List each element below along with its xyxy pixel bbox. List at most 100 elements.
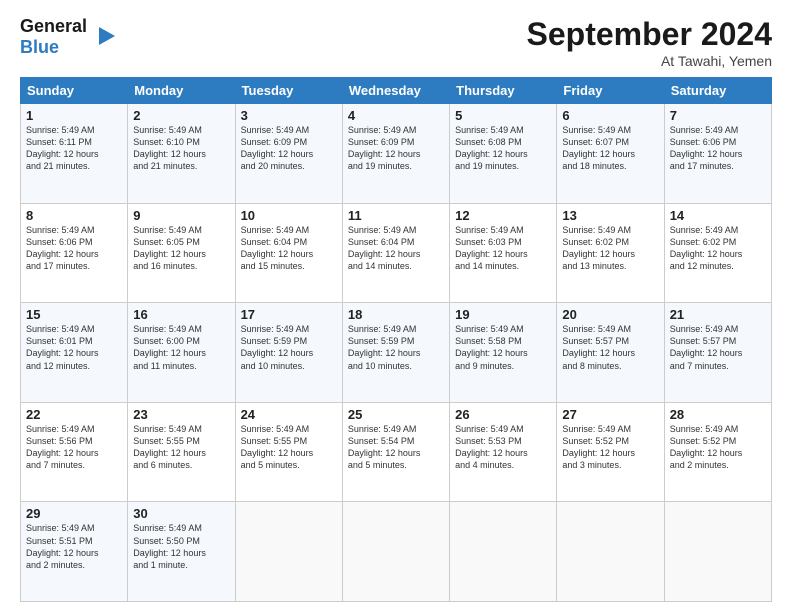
day-info: Sunrise: 5:49 AM Sunset: 6:07 PM Dayligh…: [562, 124, 658, 173]
day-number: 18: [348, 307, 444, 322]
day-info: Sunrise: 5:49 AM Sunset: 5:55 PM Dayligh…: [241, 423, 337, 472]
calendar-row-5: 29Sunrise: 5:49 AM Sunset: 5:51 PM Dayli…: [21, 502, 772, 602]
day-number: 10: [241, 208, 337, 223]
calendar-cell: 26Sunrise: 5:49 AM Sunset: 5:53 PM Dayli…: [450, 402, 557, 502]
day-info: Sunrise: 5:49 AM Sunset: 5:52 PM Dayligh…: [670, 423, 766, 472]
day-info: Sunrise: 5:49 AM Sunset: 5:56 PM Dayligh…: [26, 423, 122, 472]
day-info: Sunrise: 5:49 AM Sunset: 5:52 PM Dayligh…: [562, 423, 658, 472]
calendar-cell: 2Sunrise: 5:49 AM Sunset: 6:10 PM Daylig…: [128, 104, 235, 204]
day-info: Sunrise: 5:49 AM Sunset: 5:57 PM Dayligh…: [670, 323, 766, 372]
calendar-row-1: 1Sunrise: 5:49 AM Sunset: 6:11 PM Daylig…: [21, 104, 772, 204]
day-number: 7: [670, 108, 766, 123]
calendar-cell: [557, 502, 664, 602]
calendar-cell: 16Sunrise: 5:49 AM Sunset: 6:00 PM Dayli…: [128, 303, 235, 403]
day-info: Sunrise: 5:49 AM Sunset: 5:58 PM Dayligh…: [455, 323, 551, 372]
day-number: 26: [455, 407, 551, 422]
day-info: Sunrise: 5:49 AM Sunset: 6:09 PM Dayligh…: [348, 124, 444, 173]
calendar-cell: 7Sunrise: 5:49 AM Sunset: 6:06 PM Daylig…: [664, 104, 771, 204]
day-number: 2: [133, 108, 229, 123]
day-number: 23: [133, 407, 229, 422]
day-number: 3: [241, 108, 337, 123]
calendar-cell: 30Sunrise: 5:49 AM Sunset: 5:50 PM Dayli…: [128, 502, 235, 602]
calendar-cell: [235, 502, 342, 602]
calendar-row-2: 8Sunrise: 5:49 AM Sunset: 6:06 PM Daylig…: [21, 203, 772, 303]
calendar-cell: 1Sunrise: 5:49 AM Sunset: 6:11 PM Daylig…: [21, 104, 128, 204]
day-number: 24: [241, 407, 337, 422]
day-info: Sunrise: 5:49 AM Sunset: 6:04 PM Dayligh…: [241, 224, 337, 273]
day-info: Sunrise: 5:49 AM Sunset: 6:06 PM Dayligh…: [670, 124, 766, 173]
day-number: 11: [348, 208, 444, 223]
calendar-row-4: 22Sunrise: 5:49 AM Sunset: 5:56 PM Dayli…: [21, 402, 772, 502]
day-info: Sunrise: 5:49 AM Sunset: 5:51 PM Dayligh…: [26, 522, 122, 571]
day-info: Sunrise: 5:49 AM Sunset: 6:09 PM Dayligh…: [241, 124, 337, 173]
month-title: September 2024: [527, 16, 772, 53]
calendar-cell: 20Sunrise: 5:49 AM Sunset: 5:57 PM Dayli…: [557, 303, 664, 403]
calendar-cell: 25Sunrise: 5:49 AM Sunset: 5:54 PM Dayli…: [342, 402, 449, 502]
calendar-cell: 3Sunrise: 5:49 AM Sunset: 6:09 PM Daylig…: [235, 104, 342, 204]
day-info: Sunrise: 5:49 AM Sunset: 5:55 PM Dayligh…: [133, 423, 229, 472]
day-number: 5: [455, 108, 551, 123]
calendar-table: Sunday Monday Tuesday Wednesday Thursday…: [20, 77, 772, 602]
day-info: Sunrise: 5:49 AM Sunset: 6:08 PM Dayligh…: [455, 124, 551, 173]
calendar-cell: 9Sunrise: 5:49 AM Sunset: 6:05 PM Daylig…: [128, 203, 235, 303]
calendar-cell: 12Sunrise: 5:49 AM Sunset: 6:03 PM Dayli…: [450, 203, 557, 303]
day-number: 1: [26, 108, 122, 123]
calendar-cell: 14Sunrise: 5:49 AM Sunset: 6:02 PM Dayli…: [664, 203, 771, 303]
calendar-cell: 27Sunrise: 5:49 AM Sunset: 5:52 PM Dayli…: [557, 402, 664, 502]
calendar-cell: [450, 502, 557, 602]
day-number: 21: [670, 307, 766, 322]
calendar-cell: 23Sunrise: 5:49 AM Sunset: 5:55 PM Dayli…: [128, 402, 235, 502]
header-monday: Monday: [128, 78, 235, 104]
calendar-cell: 15Sunrise: 5:49 AM Sunset: 6:01 PM Dayli…: [21, 303, 128, 403]
header-sunday: Sunday: [21, 78, 128, 104]
day-info: Sunrise: 5:49 AM Sunset: 6:02 PM Dayligh…: [562, 224, 658, 273]
calendar-cell: 8Sunrise: 5:49 AM Sunset: 6:06 PM Daylig…: [21, 203, 128, 303]
day-number: 12: [455, 208, 551, 223]
logo-blue: Blue: [20, 37, 87, 58]
logo: General Blue: [20, 16, 119, 58]
day-info: Sunrise: 5:49 AM Sunset: 6:03 PM Dayligh…: [455, 224, 551, 273]
day-info: Sunrise: 5:49 AM Sunset: 6:05 PM Dayligh…: [133, 224, 229, 273]
calendar-cell: 10Sunrise: 5:49 AM Sunset: 6:04 PM Dayli…: [235, 203, 342, 303]
day-number: 25: [348, 407, 444, 422]
calendar-cell: 18Sunrise: 5:49 AM Sunset: 5:59 PM Dayli…: [342, 303, 449, 403]
calendar-cell: 4Sunrise: 5:49 AM Sunset: 6:09 PM Daylig…: [342, 104, 449, 204]
day-number: 30: [133, 506, 229, 521]
day-info: Sunrise: 5:49 AM Sunset: 6:11 PM Dayligh…: [26, 124, 122, 173]
header-thursday: Thursday: [450, 78, 557, 104]
day-info: Sunrise: 5:49 AM Sunset: 5:59 PM Dayligh…: [241, 323, 337, 372]
header-wednesday: Wednesday: [342, 78, 449, 104]
calendar-cell: 22Sunrise: 5:49 AM Sunset: 5:56 PM Dayli…: [21, 402, 128, 502]
calendar: Sunday Monday Tuesday Wednesday Thursday…: [20, 77, 772, 602]
weekday-header-row: Sunday Monday Tuesday Wednesday Thursday…: [21, 78, 772, 104]
logo-icon: [89, 22, 119, 52]
page: General Blue September 2024 At Tawahi, Y…: [0, 0, 792, 612]
calendar-cell: [664, 502, 771, 602]
calendar-cell: 19Sunrise: 5:49 AM Sunset: 5:58 PM Dayli…: [450, 303, 557, 403]
day-info: Sunrise: 5:49 AM Sunset: 5:59 PM Dayligh…: [348, 323, 444, 372]
header-tuesday: Tuesday: [235, 78, 342, 104]
day-info: Sunrise: 5:49 AM Sunset: 6:02 PM Dayligh…: [670, 224, 766, 273]
calendar-cell: 6Sunrise: 5:49 AM Sunset: 6:07 PM Daylig…: [557, 104, 664, 204]
day-number: 20: [562, 307, 658, 322]
calendar-cell: 28Sunrise: 5:49 AM Sunset: 5:52 PM Dayli…: [664, 402, 771, 502]
calendar-cell: 21Sunrise: 5:49 AM Sunset: 5:57 PM Dayli…: [664, 303, 771, 403]
day-number: 27: [562, 407, 658, 422]
day-info: Sunrise: 5:49 AM Sunset: 6:01 PM Dayligh…: [26, 323, 122, 372]
day-number: 4: [348, 108, 444, 123]
day-info: Sunrise: 5:49 AM Sunset: 5:50 PM Dayligh…: [133, 522, 229, 571]
calendar-cell: 11Sunrise: 5:49 AM Sunset: 6:04 PM Dayli…: [342, 203, 449, 303]
day-info: Sunrise: 5:49 AM Sunset: 6:04 PM Dayligh…: [348, 224, 444, 273]
day-number: 28: [670, 407, 766, 422]
calendar-cell: 5Sunrise: 5:49 AM Sunset: 6:08 PM Daylig…: [450, 104, 557, 204]
calendar-cell: [342, 502, 449, 602]
day-number: 6: [562, 108, 658, 123]
header-friday: Friday: [557, 78, 664, 104]
day-number: 29: [26, 506, 122, 521]
day-info: Sunrise: 5:49 AM Sunset: 5:54 PM Dayligh…: [348, 423, 444, 472]
location: At Tawahi, Yemen: [527, 53, 772, 69]
calendar-row-3: 15Sunrise: 5:49 AM Sunset: 6:01 PM Dayli…: [21, 303, 772, 403]
day-number: 13: [562, 208, 658, 223]
day-info: Sunrise: 5:49 AM Sunset: 5:57 PM Dayligh…: [562, 323, 658, 372]
day-info: Sunrise: 5:49 AM Sunset: 6:10 PM Dayligh…: [133, 124, 229, 173]
